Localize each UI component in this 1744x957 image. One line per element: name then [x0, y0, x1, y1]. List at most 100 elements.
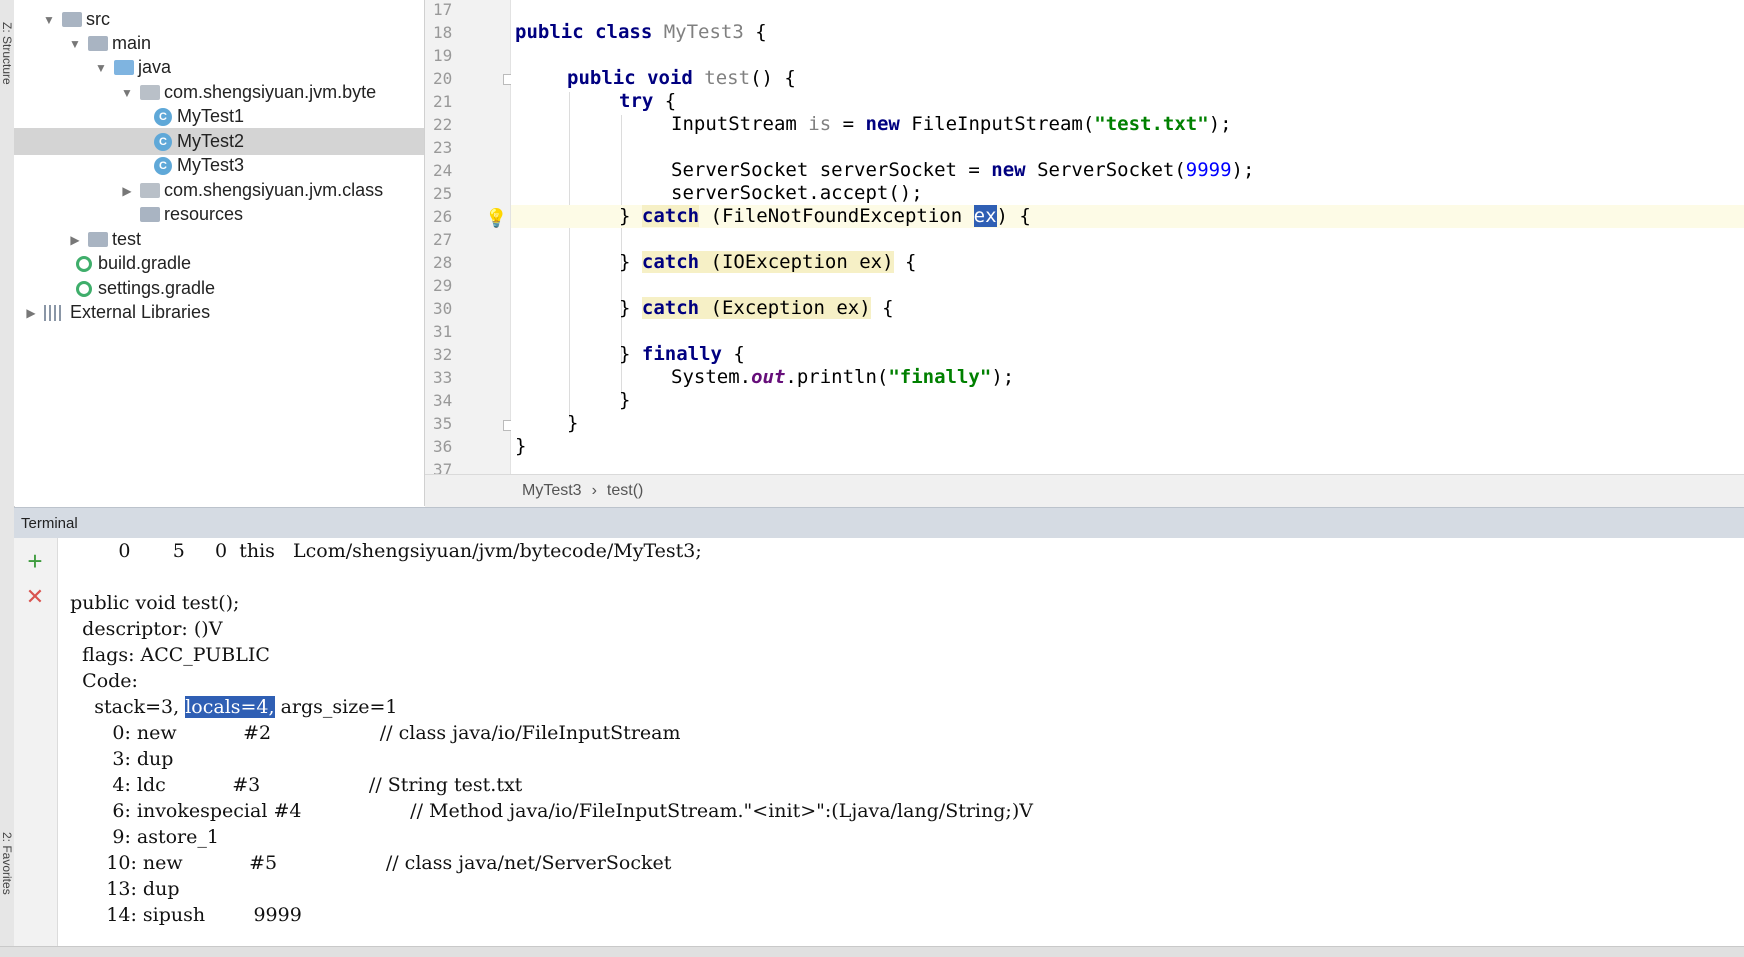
code-line-24: ServerSocket serverSocket = new ServerSo… — [671, 159, 1255, 181]
left-tool-strip: Z: Structure 2: Favorites — [0, 0, 15, 956]
line-number: 24 — [433, 161, 453, 180]
breadcrumb-method[interactable]: test() — [607, 482, 643, 500]
tree-item-settings-gradle[interactable]: settings.gradle — [14, 275, 424, 302]
code-line-22: InputStream is = new FileInputStream("te… — [671, 113, 1232, 135]
terminal-line: Code: — [58, 670, 138, 692]
code-line-33: System.out.println("finally"); — [671, 366, 1015, 388]
project-tree: ▼ src ▼ main ▼ java ▼ com.shengsiyuan.jvm.by… — [14, 0, 425, 506]
code-line-21: try { — [619, 90, 677, 112]
terminal-line: 4: ldc #3 // String test.txt — [58, 774, 523, 796]
new-session-icon[interactable]: + — [22, 548, 48, 574]
line-number: 18 — [433, 23, 453, 42]
tree-item-label: test — [112, 229, 142, 249]
folder-icon — [88, 36, 108, 51]
line-number: 26 — [433, 207, 453, 226]
chevron-right-icon[interactable]: ▶ — [24, 306, 38, 320]
structure-tab[interactable]: Z: Structure — [0, 22, 14, 85]
tree-item-label: MyTest3 — [177, 155, 245, 175]
tree-item-src[interactable]: ▼ src — [14, 6, 424, 33]
line-number: 34 — [433, 391, 453, 410]
terminal-line: 13: dup — [58, 878, 180, 900]
line-number: 31 — [433, 322, 453, 341]
terminal-line: stack=3, locals=4, args_size=1 — [58, 696, 398, 718]
line-number: 21 — [433, 92, 453, 111]
tree-item-package-class[interactable]: ▶ com.shengsiyuan.jvm.class — [14, 177, 424, 204]
terminal-line: 3: dup — [58, 748, 174, 770]
terminal-line: 10: new #5 // class java/net/ServerSocke… — [58, 852, 672, 874]
tree-item-label: resources — [164, 204, 244, 224]
selected-text: locals=4, — [185, 696, 275, 718]
tree-item-label: build.gradle — [98, 253, 192, 273]
chevron-right-icon[interactable]: ▶ — [68, 233, 82, 247]
chevron-down-icon[interactable]: ▼ — [68, 37, 82, 51]
terminal-line: 0: new #2 // class java/io/FileInputStre… — [58, 722, 681, 744]
code-line-35: } — [567, 412, 579, 434]
terminal-line: 6: invokespecial #4 // Method java/io/Fi… — [58, 800, 1033, 822]
folder-icon — [88, 232, 108, 247]
code-line-18: public class MyTest3 { — [515, 21, 767, 43]
code-line-32: } finally { — [619, 343, 745, 365]
line-number: 19 — [433, 46, 453, 65]
terminal-header[interactable]: Terminal — [14, 507, 1744, 539]
terminal-line: 14: sipush 9999 — [58, 904, 302, 926]
tree-item-mytest3[interactable]: C MyTest3 — [14, 152, 424, 179]
class-icon: C — [154, 132, 172, 151]
line-number: 27 — [433, 230, 453, 249]
breadcrumb-separator: › — [591, 482, 597, 499]
tree-item-label: java — [138, 57, 172, 77]
lightbulb-icon[interactable]: 💡 — [485, 208, 507, 229]
code-line-20: public void test() { — [567, 67, 796, 89]
terminal-output[interactable]: 0 5 0 this Lcom/shengsiyuan/jvm/bytecode… — [58, 538, 1744, 946]
chevron-down-icon[interactable]: ▼ — [42, 13, 56, 27]
tree-item-package-bytecode[interactable]: ▼ com.shengsiyuan.jvm.byte — [14, 79, 424, 106]
tree-item-build-gradle[interactable]: build.gradle — [14, 250, 424, 277]
tree-item-main[interactable]: ▼ main — [14, 30, 424, 57]
tree-item-mytest2[interactable]: C MyTest2 — [14, 128, 424, 155]
code-line-25: serverSocket.accept(); — [671, 182, 923, 204]
package-icon — [140, 85, 160, 100]
line-number: 28 — [433, 253, 453, 272]
source-folder-icon — [114, 60, 134, 75]
editor-gutter: 17 18 19 20 21 22 23 24 25 26 27 28 29 3… — [425, 0, 514, 479]
class-icon: C — [154, 107, 172, 126]
selected-text: ex — [973, 205, 997, 227]
line-number: 22 — [433, 115, 453, 134]
folder-icon — [62, 12, 82, 27]
terminal-line: descriptor: ()V — [58, 618, 223, 640]
terminal-line: 0 5 0 this Lcom/shengsiyuan/jvm/bytecode… — [58, 540, 702, 562]
gradle-icon — [76, 280, 92, 297]
terminal-line: 9: astore_1 — [58, 826, 219, 848]
close-session-icon[interactable]: ✕ — [22, 584, 48, 610]
package-icon — [140, 183, 160, 198]
tree-item-label: com.shengsiyuan.jvm.class — [164, 180, 384, 200]
tree-item-label: main — [112, 33, 152, 53]
bottom-tool-bar — [0, 946, 1744, 957]
tree-item-external-libraries[interactable]: ▶ External Libraries — [14, 299, 424, 326]
code-line-34: } — [619, 389, 631, 411]
chevron-right-icon[interactable]: ▶ — [120, 184, 134, 198]
line-number: 29 — [433, 276, 453, 295]
chevron-down-icon[interactable]: ▼ — [94, 61, 108, 75]
tree-item-mytest1[interactable]: C MyTest1 — [14, 103, 424, 130]
indent-guide — [569, 92, 570, 418]
breadcrumb-class[interactable]: MyTest3 — [522, 482, 582, 500]
code-line-36: } — [515, 435, 527, 457]
tree-item-label: MyTest2 — [177, 131, 245, 151]
tree-item-label: External Libraries — [70, 302, 211, 322]
chevron-down-icon[interactable]: ▼ — [120, 86, 134, 100]
line-number: 17 — [433, 0, 453, 19]
terminal-line: flags: ACC_PUBLIC — [58, 644, 270, 666]
tree-item-java[interactable]: ▼ java — [14, 54, 424, 81]
line-number: 36 — [433, 437, 453, 456]
terminal-line: public void test(); — [58, 592, 240, 614]
breadcrumb: MyTest3 › test() — [425, 474, 1744, 507]
tree-item-test[interactable]: ▶ test — [14, 226, 424, 253]
line-number: 33 — [433, 368, 453, 387]
line-number: 30 — [433, 299, 453, 318]
code-editor[interactable]: public class MyTest3 { public void test(… — [511, 0, 1744, 474]
tree-item-label: settings.gradle — [98, 278, 216, 298]
code-line-28: } catch (IOException ex) { — [619, 251, 917, 273]
code-line-30: } catch (Exception ex) { — [619, 297, 894, 319]
tree-item-resources[interactable]: resources — [14, 201, 424, 228]
favorites-tab[interactable]: 2: Favorites — [0, 832, 14, 895]
